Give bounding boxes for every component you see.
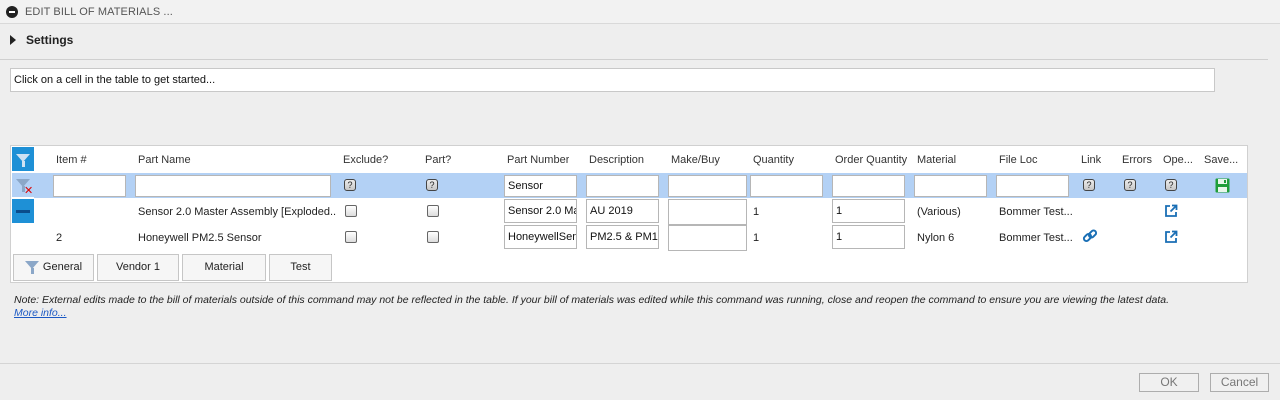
minus-icon xyxy=(16,210,30,213)
bom-table: ✕ Item # Part Name Exclude? Part? Part N… xyxy=(10,145,1248,283)
col-errors[interactable]: Errors xyxy=(1122,154,1152,166)
filter-toggle-button[interactable] xyxy=(12,147,34,171)
filter-part-number-input[interactable]: Sensor xyxy=(504,175,577,197)
col-exclude[interactable]: Exclude? xyxy=(343,154,388,166)
make-buy-field[interactable] xyxy=(668,199,747,225)
col-quantity[interactable]: Quantity xyxy=(753,154,794,166)
open-external-icon[interactable] xyxy=(1164,204,1178,218)
filter-icon-stem xyxy=(30,268,34,275)
collapse-icon[interactable] xyxy=(6,6,18,18)
tab-material[interactable]: Material xyxy=(182,254,266,281)
clear-x-icon: ✕ xyxy=(24,185,34,197)
exclude-checkbox[interactable] xyxy=(345,231,357,243)
col-part-number[interactable]: Part Number xyxy=(507,154,569,166)
filter-icon xyxy=(24,260,39,275)
hint-box: Click on a cell in the table to get star… xyxy=(10,68,1215,92)
col-link[interactable]: Link xyxy=(1081,154,1101,166)
part-number-field[interactable]: Sensor 2.0 Master xyxy=(504,199,577,223)
description-field[interactable]: PM2.5 & PM10 xyxy=(586,225,659,249)
footer-divider xyxy=(0,363,1280,364)
part-checkbox[interactable] xyxy=(427,205,439,217)
divider xyxy=(0,59,1268,60)
quantity-cell[interactable]: 1 xyxy=(753,206,759,218)
expand-arrow-icon[interactable] xyxy=(10,35,16,45)
tab-vendor-1[interactable]: Vendor 1 xyxy=(97,254,179,281)
filter-quantity-input[interactable] xyxy=(750,175,823,197)
note-text: Note: External edits made to the bill of… xyxy=(14,294,1170,306)
more-info-link[interactable]: More info... xyxy=(14,307,67,319)
dialog-title: EDIT BILL OF MATERIALS ... xyxy=(25,6,173,18)
part-name-cell[interactable]: Honeywell PM2.5 Sensor xyxy=(138,232,336,244)
exclude-checkbox[interactable] xyxy=(345,205,357,217)
open-external-icon[interactable] xyxy=(1164,230,1178,244)
settings-section[interactable]: Settings xyxy=(0,28,1280,52)
col-open[interactable]: Ope... xyxy=(1163,154,1199,166)
link-icon[interactable] xyxy=(1082,228,1098,244)
filter-row: ? ? Sensor ? ? ? xyxy=(34,173,1247,198)
filter-icon-stem xyxy=(22,161,25,167)
title-bar: EDIT BILL OF MATERIALS ... xyxy=(0,0,1280,24)
filter-material-input[interactable] xyxy=(914,175,987,197)
filter-link-help-icon[interactable]: ? xyxy=(1083,179,1095,191)
material-cell[interactable]: (Various) xyxy=(917,206,961,218)
col-material[interactable]: Material xyxy=(917,154,956,166)
file-loc-cell[interactable]: Bommer Test... xyxy=(999,206,1073,218)
make-buy-field[interactable] xyxy=(668,225,747,251)
ok-button[interactable]: OK xyxy=(1139,373,1199,392)
quantity-cell[interactable]: 1 xyxy=(753,232,759,244)
tab-test[interactable]: Test xyxy=(269,254,332,281)
col-order-quantity[interactable]: Order Quantity xyxy=(835,154,907,166)
clear-filter-button[interactable]: ✕ xyxy=(12,173,34,197)
part-number-field[interactable]: HoneywellSensor xyxy=(504,225,577,249)
col-item-no[interactable]: Item # xyxy=(56,154,87,166)
filter-order-quantity-input[interactable] xyxy=(832,175,905,197)
item-no-cell[interactable]: 2 xyxy=(56,232,62,244)
filter-description-input[interactable] xyxy=(586,175,659,197)
part-name-cell[interactable]: Sensor 2.0 Master Assembly [Exploded... xyxy=(138,206,336,218)
description-field[interactable]: AU 2019 xyxy=(586,199,659,223)
filter-make-buy-input[interactable] xyxy=(668,175,747,197)
order-quantity-field[interactable]: 1 xyxy=(832,199,905,223)
col-save[interactable]: Save... xyxy=(1204,154,1240,166)
order-quantity-field[interactable]: 1 xyxy=(832,225,905,249)
filter-open-help-icon[interactable]: ? xyxy=(1165,179,1177,191)
save-icon[interactable] xyxy=(1215,178,1230,193)
col-description[interactable]: Description xyxy=(589,154,644,166)
file-loc-cell[interactable]: Bommer Test... xyxy=(999,232,1073,244)
part-checkbox[interactable] xyxy=(427,231,439,243)
col-make-buy[interactable]: Make/Buy xyxy=(671,154,720,166)
tab-general-label: General xyxy=(42,261,83,273)
filter-item-no-input[interactable] xyxy=(53,175,126,197)
filter-exclude-help-icon[interactable]: ? xyxy=(344,179,356,191)
col-part-name[interactable]: Part Name xyxy=(138,154,191,166)
col-part[interactable]: Part? xyxy=(425,154,451,166)
filter-part-help-icon[interactable]: ? xyxy=(426,179,438,191)
cancel-button[interactable]: Cancel xyxy=(1210,373,1269,392)
col-file-loc[interactable]: File Loc xyxy=(999,154,1038,166)
filter-errors-help-icon[interactable]: ? xyxy=(1124,179,1136,191)
collapse-row-button[interactable] xyxy=(12,199,34,223)
tab-general[interactable]: General xyxy=(13,254,94,281)
material-cell[interactable]: Nylon 6 xyxy=(917,232,954,244)
settings-label[interactable]: Settings xyxy=(26,33,73,47)
filter-file-loc-input[interactable] xyxy=(996,175,1069,197)
filter-part-name-input[interactable] xyxy=(135,175,331,197)
